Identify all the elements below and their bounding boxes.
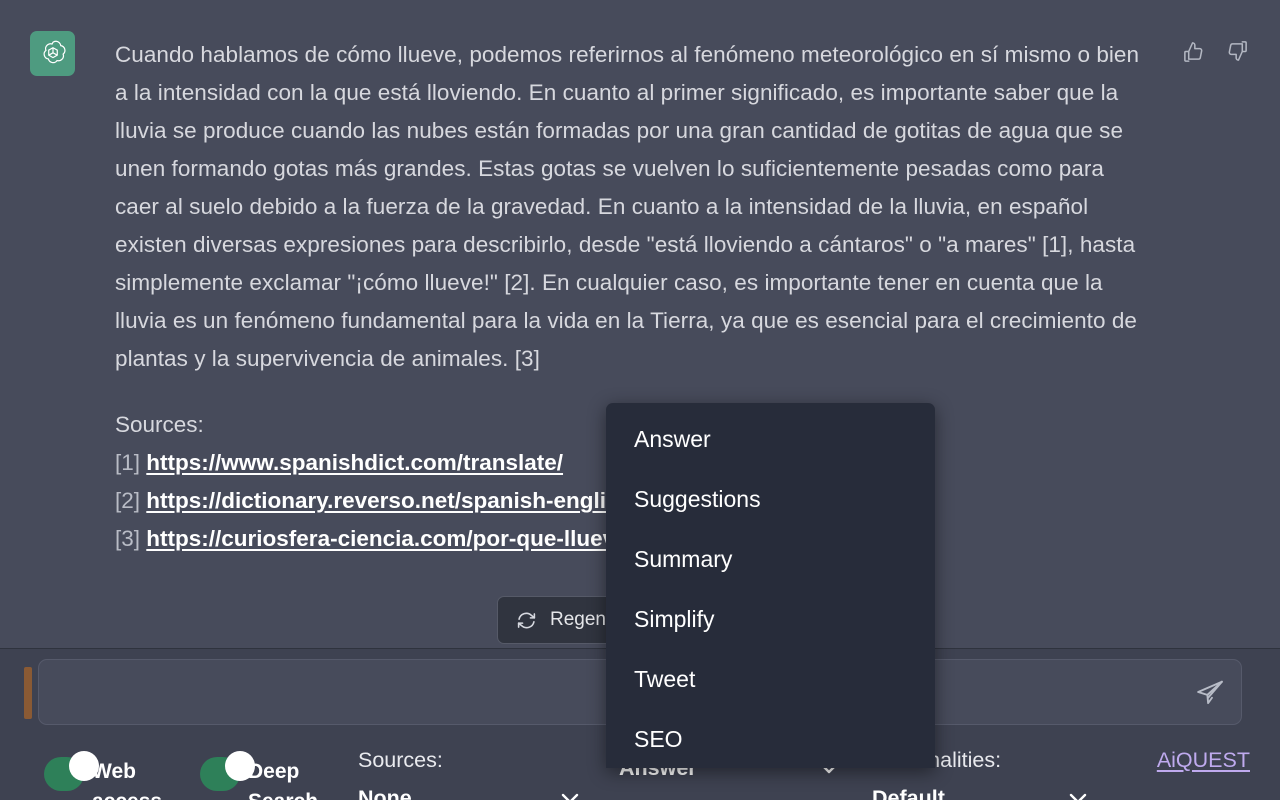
app-root: Cuando hablamos de cómo llueve, podemos … [0,0,1280,800]
source-index: [1] [115,450,141,475]
openai-logo-icon [30,31,75,76]
brand-link[interactable]: AiQUEST [1157,745,1250,775]
send-paper-plane-icon[interactable] [1193,676,1227,710]
dropdown-item-seo[interactable]: SEO [606,709,935,768]
source-link[interactable]: https://www.spanishdict.com/translate/ [146,450,563,475]
dropdown-item-simplify[interactable]: Simplify [606,589,935,649]
source-index: [2] [115,488,141,513]
toggle-label: Deep Search [248,760,318,800]
composer-accent-bar [24,667,32,719]
toggle-switch[interactable] [44,745,99,791]
feedback-controls [1180,38,1250,64]
dropdown-item-suggestions[interactable]: Suggestions [606,469,935,529]
chevron-down-icon [1069,793,1087,800]
toggle-knob [69,751,99,781]
select-value: Default [872,785,945,800]
toggle-label: Web access [92,760,162,800]
dropdown-item-answer[interactable]: Answer [606,409,935,469]
thumbs-down-icon[interactable] [1224,38,1250,64]
field-label: Sources: [358,748,443,772]
toggle-knob [225,751,255,781]
personalities-select[interactable]: Default [872,781,1090,800]
dropdown-item-tweet[interactable]: Tweet [606,649,935,709]
toggle-web-access[interactable]: Web access [44,745,187,800]
toggle-deep-search[interactable]: Deep Search [200,745,343,800]
dropdown-item-summary[interactable]: Summary [606,529,935,589]
chevron-down-icon [561,793,579,800]
thumbs-up-icon[interactable] [1180,38,1206,64]
message-paragraph: Cuando hablamos de cómo llueve, podemos … [115,42,1140,371]
output-mode-dropdown-menu[interactable]: Answer Suggestions Summary Simplify Twee… [606,403,935,768]
toggle-switch[interactable] [200,745,255,791]
refresh-icon [516,610,537,631]
source-index: [3] [115,526,141,551]
field-sources: Sources: None [358,731,582,800]
sources-select[interactable]: None [358,781,582,800]
select-value: None [358,785,412,800]
